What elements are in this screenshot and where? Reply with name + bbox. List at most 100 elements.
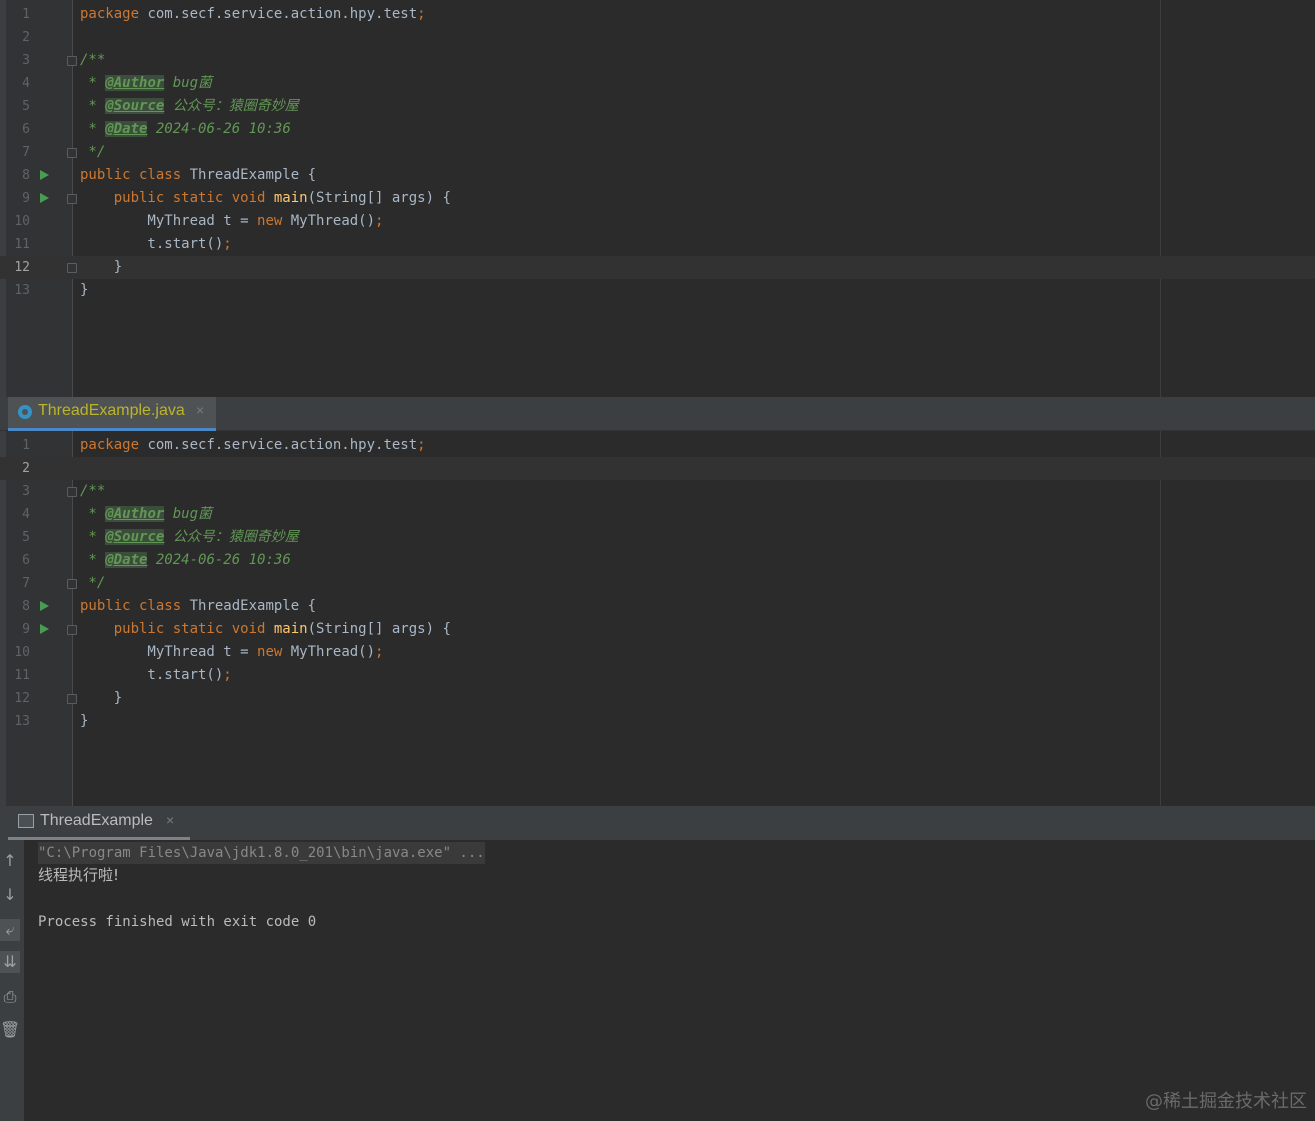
line-number: 10 bbox=[14, 214, 30, 229]
line-number: 9 bbox=[22, 622, 30, 637]
line-number: 11 bbox=[14, 668, 30, 683]
code-line[interactable]: 5 * @Source 公众号：猿圈奇妙屋 bbox=[0, 95, 1315, 118]
code-text: * @Source 公众号：猿圈奇妙屋 bbox=[80, 98, 299, 114]
line-number: 11 bbox=[14, 237, 30, 252]
close-icon[interactable]: × bbox=[166, 812, 174, 828]
arrow-up-icon[interactable]: ↑ bbox=[0, 850, 20, 872]
code-text: public class ThreadExample { bbox=[80, 167, 317, 183]
code-text: * @Author bug菌 bbox=[80, 75, 213, 91]
run-gutter-icon[interactable] bbox=[40, 601, 49, 611]
line-number: 1 bbox=[22, 438, 30, 453]
code-line[interactable]: 2 bbox=[0, 26, 1315, 49]
line-number: 8 bbox=[22, 168, 30, 183]
tab-label: ThreadExample.java bbox=[38, 402, 185, 419]
code-text: } bbox=[80, 259, 123, 275]
code-line[interactable]: 12 } bbox=[0, 256, 1315, 279]
line-number: 8 bbox=[22, 599, 30, 614]
code-line[interactable]: 8 public class ThreadExample { bbox=[0, 595, 1315, 618]
code-line[interactable]: 6 * @Date 2024-06-26 10:36 bbox=[0, 118, 1315, 141]
code-line[interactable]: 4 * @Author bug菌 bbox=[0, 72, 1315, 95]
run-tool-header: ThreadExample × bbox=[0, 806, 1315, 840]
run-tab-threadexample[interactable]: ThreadExample × bbox=[8, 806, 190, 840]
code-text: MyThread t = new MyThread(); bbox=[80, 644, 384, 660]
run-console[interactable]: ↑ ↓ ⤶ ⇊ ⎙ 🗑 "C:\Program Files\Java\jdk1.… bbox=[0, 840, 1315, 1121]
code-text: * @Author bug菌 bbox=[80, 506, 213, 522]
code-line[interactable]: 7 */ bbox=[0, 141, 1315, 164]
print-icon[interactable]: ⎙ bbox=[0, 986, 20, 1008]
code-line[interactable]: 10 MyThread t = new MyThread(); bbox=[0, 210, 1315, 233]
line-number: 12 bbox=[14, 691, 30, 706]
editor-top: 1 package com.secf.service.action.hpy.tes… bbox=[0, 0, 1315, 397]
run-gutter-icon[interactable] bbox=[40, 193, 49, 203]
code-line[interactable]: 13} bbox=[0, 710, 1315, 733]
run-gutter-icon[interactable] bbox=[40, 170, 49, 180]
code-text: t.start(); bbox=[80, 667, 232, 683]
fold-icon[interactable] bbox=[67, 487, 77, 497]
trash-icon[interactable]: 🗑 bbox=[0, 1019, 20, 1041]
fold-icon[interactable] bbox=[67, 194, 77, 204]
scroll-to-end-icon[interactable]: ⇊ bbox=[0, 951, 20, 973]
code-text: */ bbox=[80, 144, 106, 160]
line-number: 5 bbox=[22, 530, 30, 545]
line-number: 4 bbox=[22, 76, 30, 91]
code-line[interactable]: 5 * @Source 公众号：猿圈奇妙屋 bbox=[0, 526, 1315, 549]
code-line[interactable]: 9 public static void main(String[] args)… bbox=[0, 618, 1315, 641]
code-line[interactable]: 1 package com.secf.service.action.hpy.tes… bbox=[0, 3, 1315, 26]
line-number: 6 bbox=[22, 122, 30, 137]
line-number: 7 bbox=[22, 576, 30, 591]
tab-threadexample-java[interactable]: ThreadExample.java × bbox=[8, 397, 216, 431]
line-number: 13 bbox=[14, 714, 30, 729]
run-tab-label: ThreadExample bbox=[40, 812, 153, 829]
code-line[interactable]: 7 */ bbox=[0, 572, 1315, 595]
code-line[interactable]: 2 bbox=[0, 457, 1315, 480]
console-output-line: 线程执行啦! bbox=[38, 866, 120, 884]
fold-icon[interactable] bbox=[67, 56, 77, 66]
code-text: public static void main(String[] args) { bbox=[113, 621, 451, 637]
line-number: 1 bbox=[22, 7, 30, 22]
code-line[interactable]: 11 t.start(); bbox=[0, 233, 1315, 256]
editor-bottom: 1 package com.secf.service.action.hpy.tes… bbox=[0, 431, 1315, 806]
code-line[interactable]: 4 * @Author bug菌 bbox=[0, 503, 1315, 526]
line-number: 9 bbox=[22, 191, 30, 206]
code-line[interactable]: 9 public static void main(String[] args)… bbox=[0, 187, 1315, 210]
code-line[interactable]: 8 public class ThreadExample { bbox=[0, 164, 1315, 187]
code-text: } bbox=[80, 690, 123, 706]
console-command-line: "C:\Program Files\Java\jdk1.8.0_201\bin\… bbox=[38, 842, 485, 864]
code-line[interactable]: 3 /** bbox=[0, 49, 1315, 72]
line-number: 7 bbox=[22, 145, 30, 160]
fold-icon[interactable] bbox=[67, 263, 77, 273]
code-text: public class ThreadExample { bbox=[80, 598, 317, 614]
code-line[interactable]: 6 * @Date 2024-06-26 10:36 bbox=[0, 549, 1315, 572]
line-number: 2 bbox=[22, 461, 30, 476]
code-text: t.start(); bbox=[80, 236, 232, 252]
code-text: public static void main(String[] args) { bbox=[113, 190, 451, 206]
line-number: 13 bbox=[14, 283, 30, 298]
run-gutter-icon[interactable] bbox=[40, 624, 49, 634]
fold-icon[interactable] bbox=[67, 625, 77, 635]
code-text: package com.secf.service.action.hpy.test… bbox=[80, 6, 426, 22]
fold-icon[interactable] bbox=[67, 579, 77, 589]
code-text: } bbox=[80, 282, 89, 298]
code-line[interactable]: 12 } bbox=[0, 687, 1315, 710]
code-text: * @Date 2024-06-26 10:36 bbox=[80, 121, 291, 137]
line-number: 6 bbox=[22, 553, 30, 568]
close-icon[interactable]: × bbox=[196, 402, 204, 418]
code-text: * @Date 2024-06-26 10:36 bbox=[80, 552, 291, 568]
code-text: } bbox=[80, 713, 89, 729]
code-text: * @Source 公众号：猿圈奇妙屋 bbox=[80, 529, 299, 545]
code-line[interactable]: 1 package com.secf.service.action.hpy.tes… bbox=[0, 434, 1315, 457]
code-text: /** bbox=[80, 52, 106, 68]
code-text: package com.secf.service.action.hpy.test… bbox=[80, 437, 426, 453]
code-text: */ bbox=[80, 575, 106, 591]
fold-icon[interactable] bbox=[67, 694, 77, 704]
code-line[interactable]: 3 /** bbox=[0, 480, 1315, 503]
soft-wrap-icon[interactable]: ⤶ bbox=[0, 919, 20, 941]
code-line[interactable]: 13} bbox=[0, 279, 1315, 302]
arrow-down-icon[interactable]: ↓ bbox=[0, 884, 20, 906]
line-number: 5 bbox=[22, 99, 30, 114]
fold-icon[interactable] bbox=[67, 148, 77, 158]
code-line[interactable]: 11 t.start(); bbox=[0, 664, 1315, 687]
code-text: /** bbox=[80, 483, 106, 499]
code-line[interactable]: 10 MyThread t = new MyThread(); bbox=[0, 641, 1315, 664]
line-number: 10 bbox=[14, 645, 30, 660]
